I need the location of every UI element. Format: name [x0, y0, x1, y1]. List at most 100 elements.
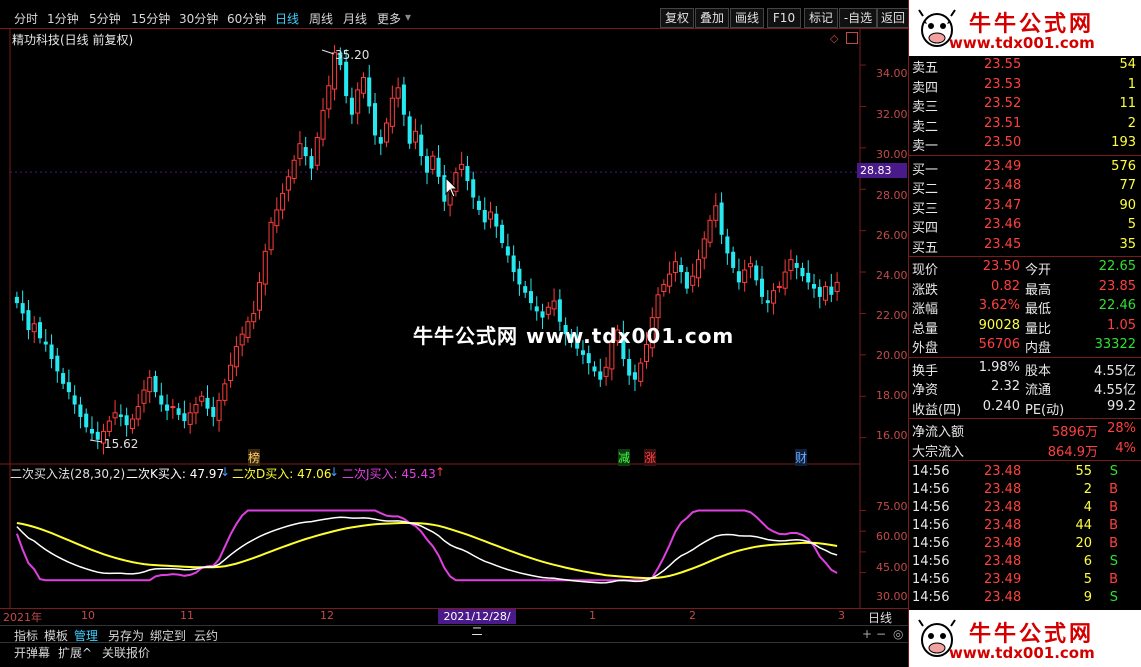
candle-down — [182, 413, 187, 422]
tick-row[interactable]: 14:56 23.49 5 B — [909, 571, 1141, 589]
tick-row[interactable]: 14:56 23.48 6 S — [909, 553, 1141, 571]
candle-up — [747, 263, 753, 268]
event-marker[interactable]: 涨 — [644, 449, 657, 466]
candle-up — [389, 97, 395, 127]
order-book-buy-row[interactable]: 买四 23.46 5 — [909, 216, 1141, 236]
candle-up — [141, 389, 147, 404]
tab-30min[interactable]: 30分钟 — [179, 10, 218, 27]
candle-up — [412, 130, 418, 143]
tab-danmaku[interactable]: 开弹幕 — [14, 644, 50, 661]
tick-row[interactable]: 14:56 23.48 9 S — [909, 589, 1141, 607]
order-book-buy-row[interactable]: 买三 23.47 90 — [909, 197, 1141, 217]
order-book-sell-row[interactable]: 卖三 23.52 11 — [909, 95, 1141, 115]
restore-rights-button[interactable]: 复权 — [660, 8, 694, 28]
candle-up — [667, 273, 673, 287]
event-marker[interactable]: 榜 — [248, 449, 261, 466]
tick-price: 23.48 — [984, 554, 1022, 569]
tick-price: 23.48 — [984, 536, 1022, 551]
candle-up — [31, 323, 37, 333]
flow-row[interactable]: 净流入额 5896万 28% — [909, 420, 1141, 440]
quote-row[interactable]: 外盘 56706 内盘 33322 — [909, 336, 1141, 356]
mark-button[interactable]: 标记 — [804, 8, 838, 28]
quote-label: 收益(四) — [912, 402, 962, 418]
tab-15min[interactable]: 15分钟 — [131, 10, 170, 27]
kline-chart[interactable] — [0, 28, 908, 608]
quote-row[interactable]: 总量 90028 量比 1.05 — [909, 317, 1141, 337]
order-book-sell-row[interactable]: 卖五 23.55 54 — [909, 56, 1141, 76]
arrow-down-icon: ↓ — [329, 465, 340, 479]
settings-icon[interactable]: ◎ — [893, 627, 903, 641]
quote-row[interactable]: 收益(四) 0.240 PE(动) 99.2 — [909, 398, 1141, 418]
tick-row[interactable]: 14:56 23.48 20 B — [909, 535, 1141, 553]
remove-icon[interactable]: − — [876, 627, 886, 641]
price-axis-label: 18.00 — [876, 389, 908, 402]
order-label: 买三 — [912, 201, 939, 217]
candle-up — [268, 221, 274, 251]
tick-row[interactable]: 14:56 23.48 4 B — [909, 499, 1141, 517]
tick-row[interactable]: 14:56 23.48 55 S — [909, 463, 1141, 481]
candle-up — [395, 87, 401, 99]
tab-more[interactable]: 更多 — [377, 10, 401, 27]
chart-options-icon[interactable]: ◇ — [830, 32, 838, 45]
logo-banner: 牛牛公式网 www.tdx001.com — [909, 0, 1141, 56]
candle-up — [135, 406, 141, 420]
chart-canvas[interactable] — [0, 28, 908, 608]
event-marker[interactable]: 财 — [795, 449, 808, 466]
tab-monthly[interactable]: 月线 — [343, 10, 367, 27]
add-icon[interactable]: + — [862, 627, 872, 641]
event-marker[interactable]: 减 — [618, 449, 631, 466]
tab-timeshare[interactable]: 分时 — [14, 10, 38, 27]
candle-down — [436, 157, 441, 177]
quote-row[interactable]: 现价 23.50 今开 22.65 — [909, 258, 1141, 278]
tick-row[interactable]: 14:56 23.48 2 B — [909, 481, 1141, 499]
order-price: 23.47 — [984, 197, 1022, 213]
candle-up — [355, 89, 361, 114]
order-label: 卖五 — [912, 61, 939, 76]
candle-down — [55, 355, 60, 372]
add-watchlist-button[interactable]: -自选 — [839, 8, 877, 28]
order-book-sell-row[interactable]: 卖四 23.53 1 — [909, 76, 1141, 96]
logo-url: www.tdx001.com — [949, 644, 1095, 662]
tick-row[interactable]: 14:56 23.48 44 B — [909, 517, 1141, 535]
tick-time: 14:56 — [912, 554, 950, 569]
tab-expand[interactable]: 扩展^ — [58, 644, 92, 661]
tab-1min[interactable]: 1分钟 — [47, 10, 79, 27]
quote-row[interactable]: 涨幅 3.62% 最低 22.46 — [909, 297, 1141, 317]
quote-label: 最高 — [1025, 282, 1052, 298]
tick-volume: 55 — [1075, 464, 1092, 479]
candle-down — [736, 271, 741, 283]
tab-related-quote[interactable]: 关联报价 — [102, 644, 150, 661]
flow-percent: 4% — [1115, 440, 1136, 456]
flow-row[interactable]: 大宗流入 864.9万 4% — [909, 440, 1141, 460]
draw-line-button[interactable]: 画线 — [730, 8, 764, 28]
order-book-sell-row[interactable]: 卖一 23.50 193 — [909, 134, 1141, 154]
more-chevron-icon[interactable]: ▾ — [405, 10, 411, 24]
order-book-buy-row[interactable]: 买五 23.45 35 — [909, 236, 1141, 256]
quote-row[interactable]: 净资 2.32 流通 4.55亿 — [909, 378, 1141, 398]
tab-weekly[interactable]: 周线 — [309, 10, 333, 27]
order-book-sell-row[interactable]: 卖二 23.51 2 — [909, 115, 1141, 135]
candle-up — [216, 399, 222, 421]
f10-button[interactable]: F10 — [767, 8, 801, 28]
candle-down — [176, 408, 181, 415]
candle-down — [344, 61, 349, 97]
overlay-button[interactable]: 叠加 — [695, 8, 729, 28]
price-axis-label: 16.00 — [876, 429, 908, 442]
tab-60min[interactable]: 60分钟 — [227, 10, 266, 27]
indicator-j-line — [15, 509, 838, 582]
order-volume: 77 — [1119, 178, 1136, 193]
tab-5min[interactable]: 5分钟 — [89, 10, 121, 27]
maximize-icon[interactable] — [846, 32, 858, 44]
candle-up — [701, 238, 707, 259]
quote-row[interactable]: 换手 1.98% 股本 4.55亿 — [909, 359, 1141, 379]
order-book-buy-row[interactable]: 买二 23.48 77 — [909, 177, 1141, 197]
back-button[interactable]: 返回 — [877, 8, 909, 28]
quote-row[interactable]: 涨跌 0.82 最高 23.85 — [909, 278, 1141, 298]
order-price: 23.46 — [984, 217, 1022, 232]
order-book-buy-row[interactable]: 买一 23.49 576 — [909, 158, 1141, 178]
tick-volume: 6 — [1083, 554, 1092, 569]
quote-label: 今开 — [1025, 263, 1052, 278]
tab-daily[interactable]: 日线 — [275, 10, 299, 27]
indicator-name[interactable]: 二次买入法(28,30,2) — [10, 465, 125, 482]
candle-up — [742, 269, 748, 283]
